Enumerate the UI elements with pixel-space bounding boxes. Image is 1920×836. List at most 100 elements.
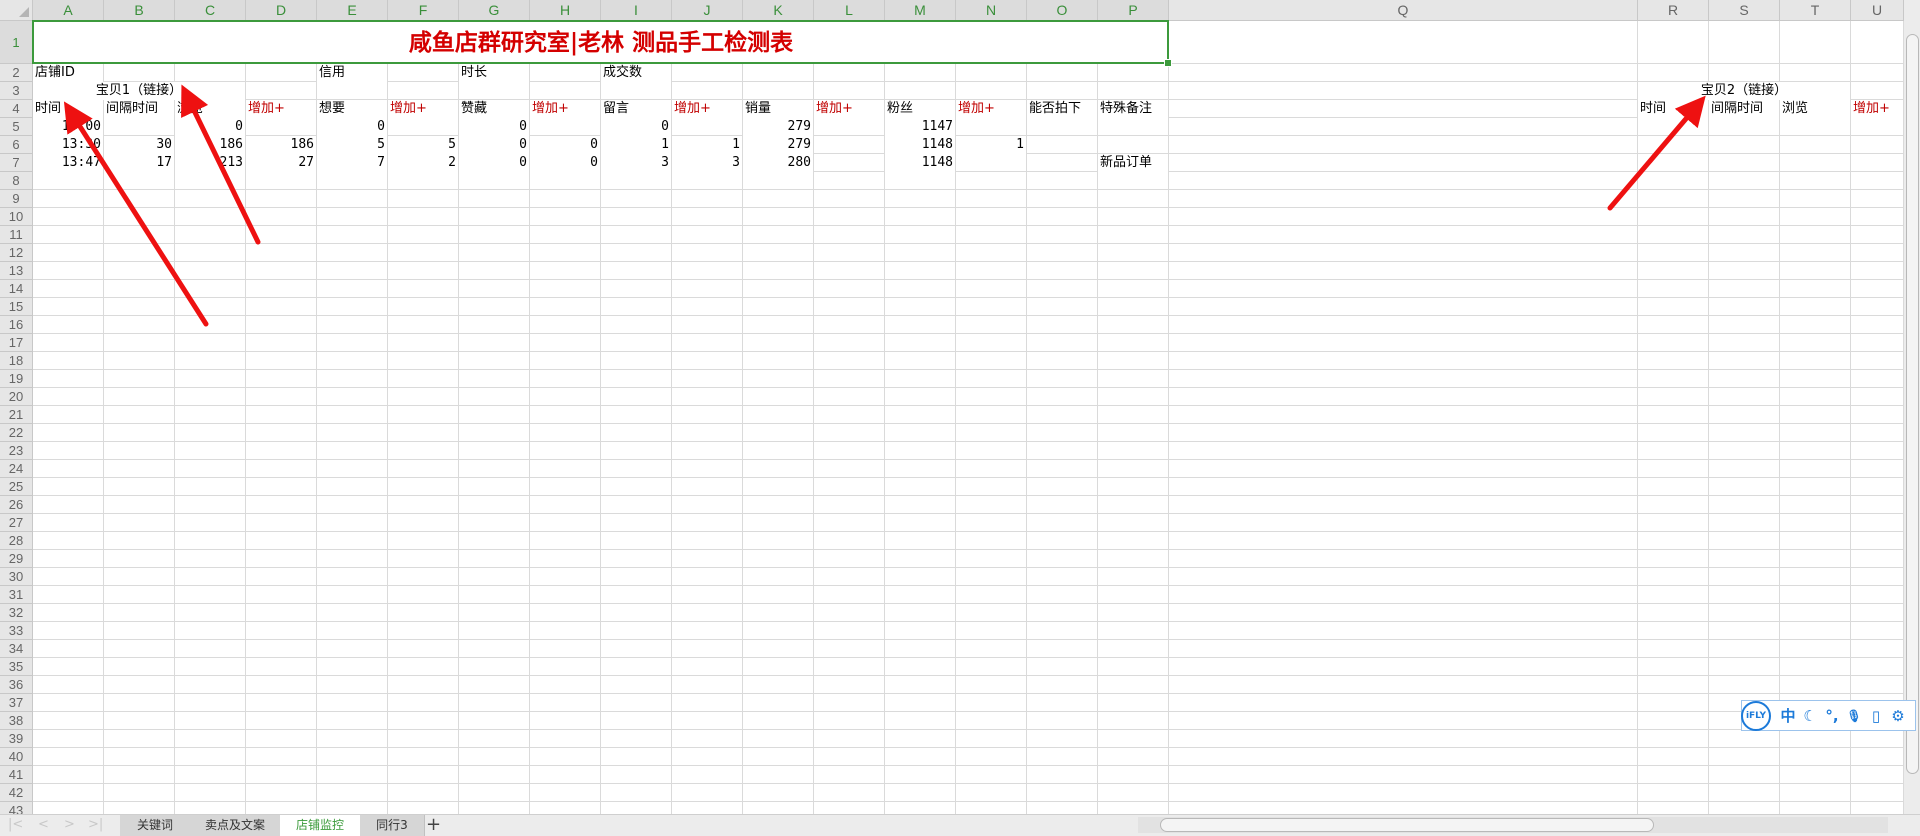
cell-G4[interactable]: 赞藏 <box>459 100 529 118</box>
row-header-34[interactable]: 34 <box>0 640 33 658</box>
row-header-3[interactable]: 3 <box>0 82 33 100</box>
cell-J6[interactable]: 1 <box>672 136 742 154</box>
row-header-42[interactable]: 42 <box>0 784 33 802</box>
cell-D6[interactable]: 186 <box>246 136 316 154</box>
row-header-12[interactable]: 12 <box>0 244 33 262</box>
cell-N4[interactable]: 增加+ <box>956 100 1026 118</box>
cell-A5[interactable]: 13:00 <box>33 118 103 136</box>
column-header-H[interactable]: H <box>530 0 601 21</box>
cell-E6[interactable]: 5 <box>317 136 387 154</box>
cell-I5[interactable]: 0 <box>601 118 671 136</box>
cell-E7[interactable]: 7 <box>317 154 387 172</box>
last-sheet-icon[interactable]: >| <box>88 817 103 832</box>
cell-B6[interactable]: 30 <box>104 136 174 154</box>
row-header-43[interactable]: 43 <box>0 802 33 814</box>
row-header-36[interactable]: 36 <box>0 676 33 694</box>
sheet-tab[interactable]: 卖点及文案 <box>190 815 281 836</box>
row-header-21[interactable]: 21 <box>0 406 33 424</box>
row-header-4[interactable]: 4 <box>0 100 33 118</box>
cell-E5[interactable]: 0 <box>317 118 387 136</box>
column-header-L[interactable]: L <box>814 0 885 21</box>
moon-icon[interactable]: ☾ <box>1799 707 1821 725</box>
cell-P7[interactable]: 新品订单 <box>1098 154 1168 172</box>
row-header-5[interactable]: 5 <box>0 118 33 136</box>
horizontal-scroll-thumb[interactable] <box>1160 818 1654 832</box>
punctuation-icon[interactable]: °, <box>1821 707 1843 725</box>
column-header-F[interactable]: F <box>388 0 459 21</box>
cell-F4[interactable]: 增加+ <box>388 100 458 118</box>
cell-G2[interactable]: 时长 <box>459 64 529 82</box>
cell-A7[interactable]: 13:47 <box>33 154 103 172</box>
row-header-11[interactable]: 11 <box>0 226 33 244</box>
gear-icon[interactable]: ⚙ <box>1887 707 1909 725</box>
row-header-28[interactable]: 28 <box>0 532 33 550</box>
column-header-U[interactable]: U <box>1851 0 1904 21</box>
cell-C5[interactable]: 0 <box>175 118 245 136</box>
chinese-mode-icon[interactable]: 中 <box>1777 705 1799 726</box>
row-header-37[interactable]: 37 <box>0 694 33 712</box>
cell-I7[interactable]: 3 <box>601 154 671 172</box>
column-header-N[interactable]: N <box>956 0 1027 21</box>
row-header-16[interactable]: 16 <box>0 316 33 334</box>
cell-C7[interactable]: 213 <box>175 154 245 172</box>
row-header-14[interactable]: 14 <box>0 280 33 298</box>
cell-L4[interactable]: 增加+ <box>814 100 884 118</box>
cell-K6[interactable]: 279 <box>743 136 813 154</box>
select-all-corner[interactable] <box>0 0 33 21</box>
column-header-P[interactable]: P <box>1098 0 1169 21</box>
column-header-M[interactable]: M <box>885 0 956 21</box>
cell-K5[interactable]: 279 <box>743 118 813 136</box>
column-header-A[interactable]: A <box>33 0 104 21</box>
row-header-13[interactable]: 13 <box>0 262 33 280</box>
cell-D4[interactable]: 增加+ <box>246 100 316 118</box>
row-header-30[interactable]: 30 <box>0 568 33 586</box>
cell-A3[interactable]: 宝贝1（链接） <box>33 82 245 100</box>
cell-H4[interactable]: 增加+ <box>530 100 600 118</box>
cell-M4[interactable]: 粉丝 <box>885 100 955 118</box>
cell-G6[interactable]: 0 <box>459 136 529 154</box>
cell-A2[interactable]: 店铺ID <box>33 64 103 82</box>
cell-B4[interactable]: 间隔时间 <box>104 100 174 118</box>
cell-E4[interactable]: 想要 <box>317 100 387 118</box>
column-header-G[interactable]: G <box>459 0 530 21</box>
cell-K7[interactable]: 280 <box>743 154 813 172</box>
row-header-10[interactable]: 10 <box>0 208 33 226</box>
cell-F6[interactable]: 5 <box>388 136 458 154</box>
row-header-23[interactable]: 23 <box>0 442 33 460</box>
cell-I6[interactable]: 1 <box>601 136 671 154</box>
cell-M6[interactable]: 1148 <box>885 136 955 154</box>
cell-I2[interactable]: 成交数 <box>601 64 671 82</box>
cell-U4[interactable]: 增加+ <box>1851 100 1903 118</box>
cell-G7[interactable]: 0 <box>459 154 529 172</box>
cell-D7[interactable]: 27 <box>246 154 316 172</box>
cell-B7[interactable]: 17 <box>104 154 174 172</box>
cell-M7[interactable]: 1148 <box>885 154 955 172</box>
cell-T4[interactable]: 浏览 <box>1780 100 1850 118</box>
column-header-K[interactable]: K <box>743 0 814 21</box>
row-header-24[interactable]: 24 <box>0 460 33 478</box>
row-header-7[interactable]: 7 <box>0 154 33 172</box>
column-header-E[interactable]: E <box>317 0 388 21</box>
cell-M5[interactable]: 1147 <box>885 118 955 136</box>
cell-A6[interactable]: 13:30 <box>33 136 103 154</box>
cell-C4[interactable]: 浏览 <box>175 100 245 118</box>
first-sheet-icon[interactable]: |< <box>8 817 23 832</box>
cell-I4[interactable]: 留言 <box>601 100 671 118</box>
column-header-S[interactable]: S <box>1709 0 1780 21</box>
cell-A4[interactable]: 时间 <box>33 100 103 118</box>
row-header-41[interactable]: 41 <box>0 766 33 784</box>
row-header-40[interactable]: 40 <box>0 748 33 766</box>
row-header-2[interactable]: 2 <box>0 64 33 82</box>
column-header-I[interactable]: I <box>601 0 672 21</box>
add-sheet-button[interactable]: + <box>426 814 441 835</box>
cell-G5[interactable]: 0 <box>459 118 529 136</box>
cell-R4[interactable]: 时间 <box>1638 100 1708 118</box>
row-header-35[interactable]: 35 <box>0 658 33 676</box>
column-header-C[interactable]: C <box>175 0 246 21</box>
row-header-15[interactable]: 15 <box>0 298 33 316</box>
cell-N6[interactable]: 1 <box>956 136 1026 154</box>
row-header-9[interactable]: 9 <box>0 190 33 208</box>
column-header-R[interactable]: R <box>1638 0 1709 21</box>
prev-sheet-icon[interactable]: < <box>38 817 49 832</box>
cell-O4[interactable]: 能否拍下 <box>1027 100 1097 118</box>
